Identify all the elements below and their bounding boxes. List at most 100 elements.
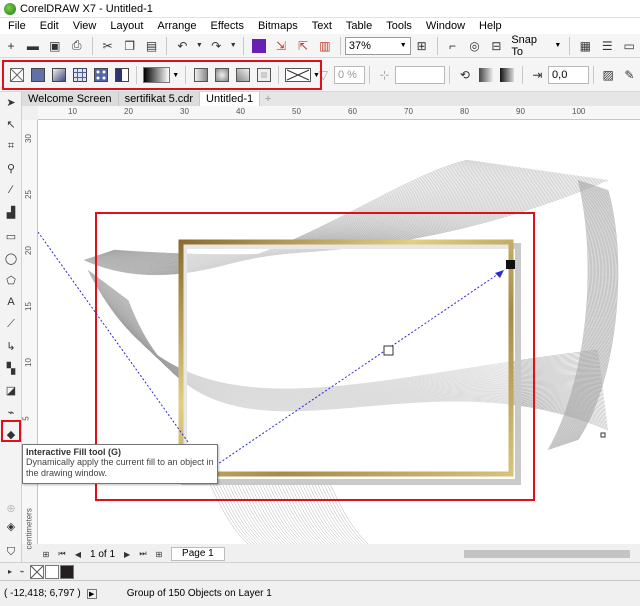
elliptical-fountain-icon[interactable] [213, 66, 230, 84]
connector-tool-icon[interactable]: ↳ [3, 338, 19, 354]
parallel-dimension-tool-icon[interactable]: ⟋ [3, 316, 19, 332]
welcome-screen-icon[interactable]: ▦ [575, 36, 595, 56]
bitmap-pattern-fill-icon[interactable] [92, 66, 109, 84]
show-rulers-icon[interactable]: ⌐ [443, 36, 463, 56]
search-content-icon[interactable] [249, 36, 269, 56]
ellipse-tool-icon[interactable]: ◯ [3, 250, 19, 266]
transparency-tool-icon[interactable]: ◪ [3, 382, 19, 398]
copy-icon[interactable]: ❐ [120, 36, 140, 56]
color-blend-icon[interactable] [477, 65, 496, 85]
dropdown-chevron-icon[interactable]: ▼ [228, 36, 238, 56]
paste-icon[interactable]: ▤ [142, 36, 162, 56]
cut-icon[interactable]: ✂ [98, 36, 118, 56]
menu-table[interactable]: Table [340, 20, 380, 32]
undo-icon[interactable]: ↶ [172, 36, 192, 56]
shape-tool-icon[interactable]: ↖ [3, 116, 19, 132]
page-tab[interactable]: Page 1 [171, 547, 225, 561]
no-fill-icon[interactable] [8, 66, 25, 84]
add-tab-icon[interactable]: + [260, 92, 276, 106]
white-swatch[interactable] [45, 564, 59, 579]
black-swatch[interactable] [60, 564, 74, 579]
zoom-tool-icon[interactable]: ⚲ [3, 160, 19, 176]
drop-shadow-tool-icon[interactable]: ▚ [3, 360, 19, 376]
text-tool-icon[interactable]: A [3, 294, 19, 310]
ruler-tick-label: 5 [21, 416, 31, 421]
ruler-tick-label: 10 [23, 358, 33, 367]
print-icon[interactable]: ⎙ [67, 36, 87, 56]
menu-bitmaps[interactable]: Bitmaps [252, 20, 306, 32]
crop-tool-icon[interactable]: ⌗ [3, 138, 19, 154]
publish-pdf-icon[interactable]: ▥ [315, 36, 335, 56]
palette-scroll-icon[interactable]: ▸ [4, 566, 16, 578]
options-icon[interactable]: ☰ [597, 36, 617, 56]
copy-fill-icon[interactable]: ▨ [599, 65, 618, 85]
menu-tools[interactable]: Tools [380, 20, 420, 32]
export-icon[interactable]: ⇱ [293, 36, 313, 56]
transparency-field[interactable]: 0 % [333, 65, 365, 84]
application-launcher-icon[interactable]: ▭ [619, 36, 639, 56]
freehand-tool-icon[interactable]: ∕ [3, 182, 19, 198]
ruler-tick-label: 70 [404, 107, 413, 116]
menu-view[interactable]: View [67, 20, 105, 32]
midpoint-field[interactable] [395, 65, 446, 84]
next-page-icon[interactable]: ▶ [121, 548, 133, 560]
add-tool-icon[interactable]: ⊕ [3, 500, 19, 516]
status-expand-icon[interactable]: ▶ [86, 588, 97, 599]
rectangular-fountain-icon[interactable] [255, 66, 272, 84]
pick-tool-icon[interactable]: ➤ [3, 94, 19, 110]
add-page-end-icon[interactable]: ⊞ [153, 548, 165, 560]
menu-help[interactable]: Help [473, 20, 510, 32]
chevron-down-icon[interactable]: ▼ [313, 72, 320, 79]
interactive-fill-tool-icon[interactable]: ◈ [3, 518, 19, 534]
show-grid-icon[interactable]: ◎ [465, 36, 485, 56]
conical-fountain-icon[interactable] [234, 66, 251, 84]
menu-text[interactable]: Text [306, 20, 340, 32]
last-page-icon[interactable]: ⏭ [137, 548, 149, 560]
polygon-tool-icon[interactable]: ⬠ [3, 272, 19, 288]
edit-fill-icon[interactable]: ✎ [620, 65, 639, 85]
toolbox: ➤ ↖ ⌗ ⚲ ∕ ▟ ▭ ◯ ⬠ A ⟋ ↳ ▚ ◪ ⌁ ◆ ◈ ⛉ ⌹ ⊕ [0, 92, 22, 580]
save-icon[interactable]: ▣ [45, 36, 65, 56]
two-color-pattern-fill-icon[interactable] [113, 66, 130, 84]
menu-file[interactable]: File [2, 20, 34, 32]
dropdown-chevron-icon[interactable]: ▼ [194, 36, 204, 56]
ruler-tick-label: 20 [124, 107, 133, 116]
previous-page-icon[interactable]: ◀ [72, 548, 84, 560]
fill-picker-swatch[interactable]: ▼ [143, 66, 179, 84]
full-screen-preview-icon[interactable]: ⊞ [412, 36, 432, 56]
linear-fountain-icon[interactable] [192, 66, 209, 84]
tab-untitled[interactable]: Untitled-1 [200, 92, 261, 106]
zoom-level-select[interactable]: 37% ▼ [344, 36, 411, 55]
menu-window[interactable]: Window [420, 20, 473, 32]
show-guidelines-icon[interactable]: ⊟ [486, 36, 506, 56]
first-page-icon[interactable]: ⏮ [56, 548, 68, 560]
fountain-fill-icon[interactable] [50, 66, 67, 84]
fill-midpoint-handle [383, 345, 394, 356]
menu-arrange[interactable]: Arrange [151, 20, 204, 32]
standard-toolbar: + ▬ ▣ ⎙ ✂ ❐ ▤ ↶ ▼ ↷ ▼ ⇲ ⇱ ▥ 37% ▼ ⊞ ⌐ ◎ ⊟… [0, 34, 640, 58]
rotation-field[interactable]: 0,0 [548, 65, 589, 84]
reverse-fill-icon[interactable]: ⟲ [455, 65, 474, 85]
smart-fill-tool-icon[interactable]: ▟ [3, 204, 19, 220]
menu-edit[interactable]: Edit [34, 20, 67, 32]
horizontal-scrollbar[interactable] [464, 550, 630, 558]
uniform-fill-icon[interactable] [29, 66, 46, 84]
color-eyedropper-tool-icon[interactable]: ⌁ [3, 404, 19, 420]
menu-layout[interactable]: Layout [104, 20, 151, 32]
smart-fill-bucket-icon[interactable]: ⛉ [3, 544, 19, 560]
new-document-icon[interactable]: + [1, 36, 21, 56]
add-page-icon[interactable]: ⊞ [40, 548, 52, 560]
vector-pattern-fill-icon[interactable] [71, 66, 88, 84]
no-color-swatch[interactable] [30, 564, 44, 579]
snap-to-dropdown[interactable]: Snap To ▼ [507, 34, 565, 58]
menu-effects[interactable]: Effects [205, 20, 252, 32]
tab-welcome-screen[interactable]: Welcome Screen [22, 92, 119, 106]
import-icon[interactable]: ⇲ [271, 36, 291, 56]
rectangle-tool-icon[interactable]: ▭ [3, 228, 19, 244]
redo-icon[interactable]: ↷ [206, 36, 226, 56]
tab-sertifikat[interactable]: sertifikat 5.cdr [118, 92, 201, 106]
acceleration-icon[interactable] [498, 65, 517, 85]
open-folder-icon[interactable]: ▬ [23, 36, 43, 56]
eyedropper-icon[interactable]: ⌁ [16, 566, 28, 578]
blend-direction-icon[interactable] [285, 66, 312, 84]
